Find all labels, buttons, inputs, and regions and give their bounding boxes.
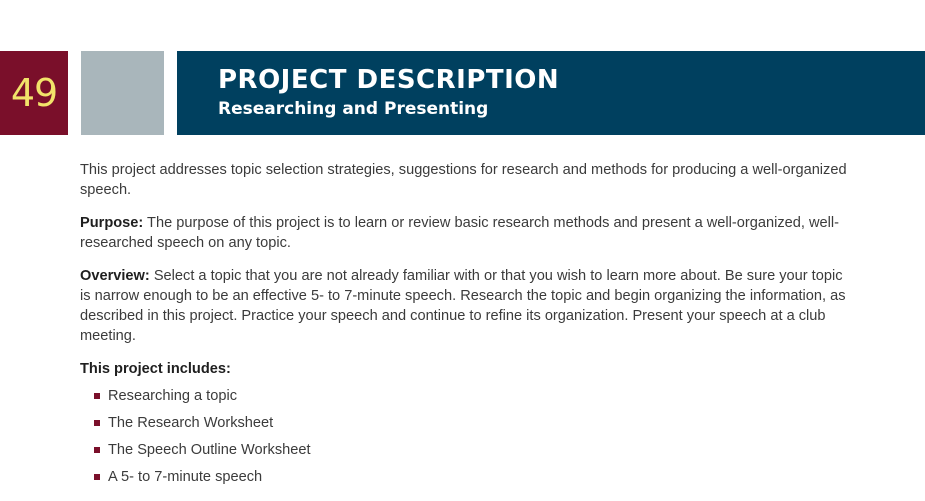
page-subtitle: Researching and Presenting bbox=[218, 99, 489, 119]
includes-heading: This project includes: bbox=[80, 361, 231, 377]
bullet-icon bbox=[94, 420, 100, 426]
includes-list: Researching a topic The Research Workshe… bbox=[80, 386, 850, 494]
bullet-icon bbox=[94, 393, 100, 399]
list-item-label: The Speech Outline Worksheet bbox=[108, 442, 311, 458]
list-item: Researching a topic bbox=[94, 386, 850, 413]
list-item-label: Researching a topic bbox=[108, 388, 237, 404]
purpose-text: The purpose of this project is to learn … bbox=[80, 215, 839, 251]
overview-paragraph: Overview: Select a topic that you are no… bbox=[80, 266, 850, 346]
bullet-icon bbox=[94, 474, 100, 480]
bullet-icon bbox=[94, 447, 100, 453]
list-item-label: A 5- to 7-minute speech bbox=[108, 469, 263, 485]
intro-paragraph: This project addresses topic selection s… bbox=[80, 162, 847, 198]
purpose-label: Purpose: bbox=[80, 215, 144, 231]
decorative-gray-block bbox=[81, 51, 164, 135]
list-item: The Speech Outline Worksheet bbox=[94, 440, 850, 467]
purpose-paragraph: Purpose: The purpose of this project is … bbox=[80, 213, 850, 253]
page-number: 49 bbox=[10, 71, 58, 115]
title-bar: PROJECT DESCRIPTION Researching and Pres… bbox=[177, 51, 925, 135]
list-item: A 5- to 7-minute speech bbox=[94, 467, 850, 494]
overview-label: Overview: bbox=[80, 268, 150, 284]
page-number-box: 49 bbox=[0, 51, 68, 135]
content-area: This project addresses topic selection s… bbox=[80, 160, 850, 494]
list-item-label: The Research Worksheet bbox=[108, 415, 274, 431]
page-title: PROJECT DESCRIPTION bbox=[218, 65, 560, 95]
overview-text: Select a topic that you are not already … bbox=[80, 268, 846, 344]
list-item: The Research Worksheet bbox=[94, 413, 850, 440]
